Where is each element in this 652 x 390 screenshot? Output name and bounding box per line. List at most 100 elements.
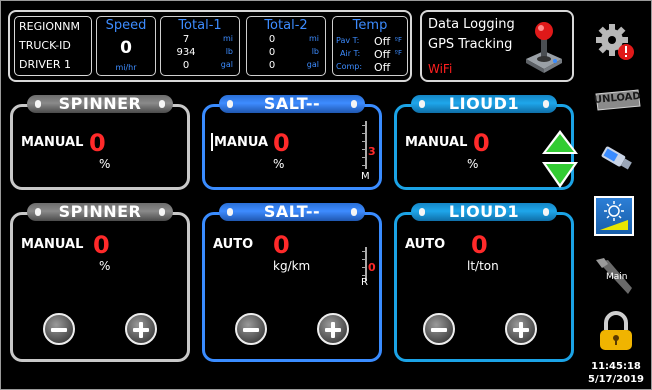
total1-box[interactable]: Total-1 7 mi 934 lb 0 gal [160,16,240,76]
spinner-panel-2[interactable]: SPINNER MANUAL 0 % [10,203,190,362]
salt-gauge-value-1: 3 [368,145,376,158]
up-arrow-icon[interactable] [542,130,578,154]
total2-title: Total-2 [264,18,308,33]
salt-panel-1[interactable]: SALT-- MANUA 0 % 3 M [202,95,382,190]
spinner-title-2: SPINNER [58,202,142,221]
clock-date: 5/17/2019 [587,374,644,385]
spinner-value-2: 0 [93,231,110,259]
pavement-temp-label: Pav T: [336,36,360,45]
pill-right-dot [351,208,357,216]
spinner-title-pill-1: SPINNER [27,95,173,113]
spinner-value-1: 0 [89,129,106,157]
liquid-value-1: 0 [473,129,490,157]
total2-box[interactable]: Total-2 0 mi 0 lb 0 gal [246,16,326,76]
total2-volume-value: 0 [268,60,276,71]
total2-weight-unit: lb [311,47,319,56]
liquid-mode-1: MANUAL [405,135,468,150]
gps-tracking-label: GPS Tracking [428,37,513,52]
speed-title: Speed [105,18,147,33]
joystick-icon [526,22,562,73]
liquid-panel-2[interactable]: LIOUD1 AUTO 0 lt/ton [394,203,574,362]
logging-panel[interactable]: Data Logging GPS Tracking WiFi [420,10,574,82]
gear-warning-icon [596,24,634,60]
spinner-mode-2: MANUAL [21,237,84,252]
pavement-temp-value: Off [374,35,391,48]
spinner-title-1: SPINNER [58,94,142,113]
spinner-panel-1[interactable]: SPINNER MANUAL 0 % [10,95,190,190]
temp-row-pavement: Pav T: Off ºF [336,35,404,48]
total2-distance-value: 0 [268,34,276,45]
truck-id: TRUCK-ID [19,39,71,52]
liquid-title-2: LIOUD1 [448,202,520,221]
up-down-arrows [542,130,578,188]
pill-right-dot [159,100,165,108]
pill-right-dot [351,100,357,108]
liquid-unit-2: lt/ton [467,259,499,273]
brightness-button[interactable] [594,196,634,236]
pill-left-dot [227,100,233,108]
air-temp-unit: ºF [394,49,402,57]
spinner-mode-1: MANUAL [21,135,84,150]
speed-box: Speed 0 mi/hr [96,16,156,76]
salt-increase-button[interactable] [317,313,349,345]
pill-left-dot [419,100,425,108]
pill-left-dot [227,208,233,216]
spinner-increase-button[interactable] [125,313,157,345]
liquid-title-pill-2: LIOUD1 [411,203,557,221]
air-temp-label: Air T: [340,49,361,58]
liquid-increase-button[interactable] [505,313,537,345]
lock-button[interactable] [594,310,638,350]
driver-name: DRIVER 1 [19,58,71,71]
total1-volume-value: 0 [182,60,190,71]
wifi-status: WiFi [428,62,453,76]
speed-unit: mi/hr [115,63,137,72]
liquid-unit-1: % [467,157,479,171]
down-arrow-icon[interactable] [542,162,578,188]
salt-title-pill-1: SALT-- [219,95,365,113]
salt-decrease-button[interactable] [235,313,267,345]
salt-mode-1: MANUA [214,135,269,150]
total1-row-weight: 934 lb [165,47,235,59]
salt-gauge-letter-2: R [361,277,368,288]
pill-left-dot [35,100,41,108]
spinner-decrease-button[interactable] [43,313,75,345]
total2-row-distance: 0 mi [251,34,321,46]
salt-rate-gauge-1 [362,121,367,169]
salt-title-2: SALT-- [263,202,321,221]
pavement-temp-unit: ºF [394,36,402,44]
unload-button[interactable]: UNLOAD [594,84,641,124]
comp-temp-label: Comp: [336,62,363,71]
total1-volume-unit: gal [220,60,233,69]
padlock-icon [600,311,632,350]
air-temp-value: Off [374,48,391,61]
status-panel: REGIONNM TRUCK-ID DRIVER 1 Speed 0 mi/hr… [8,10,412,82]
total1-row-distance: 7 mi [165,34,235,46]
liquid-title-pill-1: LIOUD1 [411,95,557,113]
region-name: REGIONNM [19,20,80,33]
data-logging-label: Data Logging [428,17,515,32]
total1-title: Total-1 [178,18,222,33]
liquid-mode-2: AUTO [405,237,446,252]
usb-drive-icon [601,146,632,170]
pill-right-dot [543,208,549,216]
liquid-decrease-button[interactable] [423,313,455,345]
spinner-unit-2: % [99,259,111,273]
salt-rate-gauge-2 [362,247,367,281]
total2-distance-unit: mi [308,34,319,43]
temp-row-comp: Comp: Off [336,61,404,74]
usb-export-button[interactable] [594,140,638,180]
main-menu-button[interactable]: Main [594,256,638,296]
total1-distance-unit: mi [222,34,233,43]
total1-distance-value: 7 [182,34,190,45]
comp-temp-value: Off [374,61,391,74]
settings-alert-button[interactable] [594,22,638,62]
pill-left-dot [35,208,41,216]
clock-time: 11:45:18 [591,361,641,372]
temp-row-air: Air T: Off ºF [336,48,404,61]
salt-title-pill-2: SALT-- [219,203,365,221]
salt-panel-2[interactable]: SALT-- AUTO 0 kg/km 0 R [202,203,382,362]
temp-box[interactable]: Temp Pav T: Off ºF Air T: Off ºF Comp: O… [332,16,408,76]
total2-row-weight: 0 lb [251,47,321,59]
vehicle-id-box[interactable]: REGIONNM TRUCK-ID DRIVER 1 [14,16,92,76]
salt-gauge-letter-1: M [361,171,370,182]
